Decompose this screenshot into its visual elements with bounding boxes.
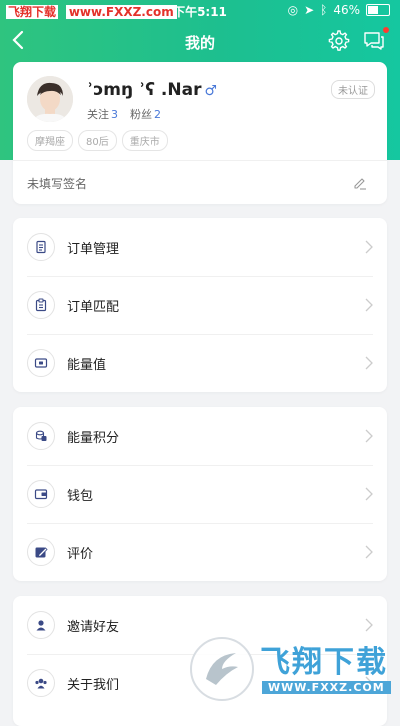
- followers-count: 2: [154, 108, 161, 121]
- user-icon: [27, 611, 55, 639]
- navbar: 我的: [0, 24, 400, 58]
- review-icon: [27, 538, 55, 566]
- profile-tags: 摩羯座 80后 重庆市: [27, 130, 168, 151]
- menu-item-energy-points[interactable]: 能量积分: [13, 407, 387, 465]
- username-text: ʾɔmŋ ʾʕ .Nar: [87, 80, 202, 100]
- menu-item-review[interactable]: 评价: [13, 523, 387, 581]
- battery-fill: [368, 6, 379, 14]
- document-icon: [27, 233, 55, 261]
- chevron-right-icon: [365, 487, 373, 501]
- following-label: 关注: [87, 108, 109, 121]
- lock-rotation-icon: ◎: [287, 3, 299, 17]
- menu-item-order-match[interactable]: 订单匹配: [13, 276, 387, 334]
- menu-label: 订单管理: [67, 242, 120, 257]
- chevron-right-icon: [365, 618, 373, 632]
- tag-generation: 80后: [78, 130, 117, 151]
- clipboard-icon: [27, 291, 55, 319]
- gear-icon: [328, 30, 350, 51]
- team-icon: [27, 669, 55, 697]
- menu-label: 评价: [67, 547, 94, 562]
- battery-icon: [366, 4, 390, 16]
- signature-text[interactable]: 未填写签名: [27, 175, 87, 192]
- avatar-image: [27, 76, 73, 122]
- menu-group-assets: 能量积分 钱包 评价: [13, 407, 387, 581]
- followers-label: 粉丝: [130, 108, 152, 121]
- menu-item-wallet[interactable]: 钱包: [13, 465, 387, 523]
- menu-label: 能量值: [67, 358, 107, 373]
- location-icon: ➤: [304, 3, 315, 17]
- username: ʾɔmŋ ʾʕ .Nar ♂: [87, 80, 217, 100]
- menu-label: 关于我们: [67, 678, 120, 693]
- tag-zodiac: 摩羯座: [27, 130, 73, 151]
- divider: [13, 160, 387, 161]
- menu-label: 能量积分: [67, 431, 120, 446]
- settings-button[interactable]: [328, 30, 350, 52]
- pencil-icon[interactable]: [353, 176, 367, 190]
- profile-card[interactable]: ʾɔmŋ ʾʕ .Nar ♂ 关注 3 粉丝 2 未认证 摩羯座 80后 重庆市 未填写…: [13, 62, 387, 204]
- watermark-logo: [190, 637, 254, 701]
- menu-group-orders: 订单管理 订单匹配 能量值: [13, 218, 387, 392]
- menu-label: 订单匹配: [67, 300, 120, 315]
- chevron-right-icon: [365, 240, 373, 254]
- gender-male-icon: ♂: [204, 83, 218, 99]
- message-button[interactable]: [362, 27, 389, 52]
- chevron-right-icon: [365, 356, 373, 370]
- bluetooth-icon: ᛒ: [320, 3, 328, 17]
- energy-icon: [27, 349, 55, 377]
- wallet-icon: [27, 480, 55, 508]
- watermark-text: 飞翔下载: [260, 645, 388, 680]
- tag-city: 重庆市: [121, 130, 168, 151]
- status-right: ◎ ➤ ᛒ 46%: [288, 3, 390, 17]
- status-bar: 飞翔下载 www.FXXZ.com 下午5:11 ◎ ➤ ᛒ 46%: [0, 0, 400, 22]
- followers-link[interactable]: 粉丝 2: [130, 108, 161, 121]
- coins-icon: [27, 422, 55, 450]
- menu-item-order-management[interactable]: 订单管理: [13, 218, 387, 276]
- follow-stats: 关注 3 粉丝 2: [87, 106, 161, 122]
- verify-badge[interactable]: 未认证: [331, 80, 375, 99]
- watermark-url: WWW.FXXZ.COM: [262, 681, 391, 694]
- unread-dot: [383, 27, 389, 33]
- avatar[interactable]: [27, 76, 73, 122]
- chevron-right-icon: [365, 429, 373, 443]
- chevron-right-icon: [365, 298, 373, 312]
- chevron-right-icon: [365, 545, 373, 559]
- menu-item-energy[interactable]: 能量值: [13, 334, 387, 392]
- menu-label: 钱包: [67, 489, 94, 504]
- following-link[interactable]: 关注 3: [87, 108, 118, 121]
- following-count: 3: [111, 108, 118, 121]
- battery-percent: 46%: [333, 3, 360, 17]
- watermark: 飞翔下载 WWW.FXXZ.COM: [190, 633, 391, 703]
- menu-label: 邀请好友: [67, 620, 120, 635]
- chat-icon: [364, 32, 384, 50]
